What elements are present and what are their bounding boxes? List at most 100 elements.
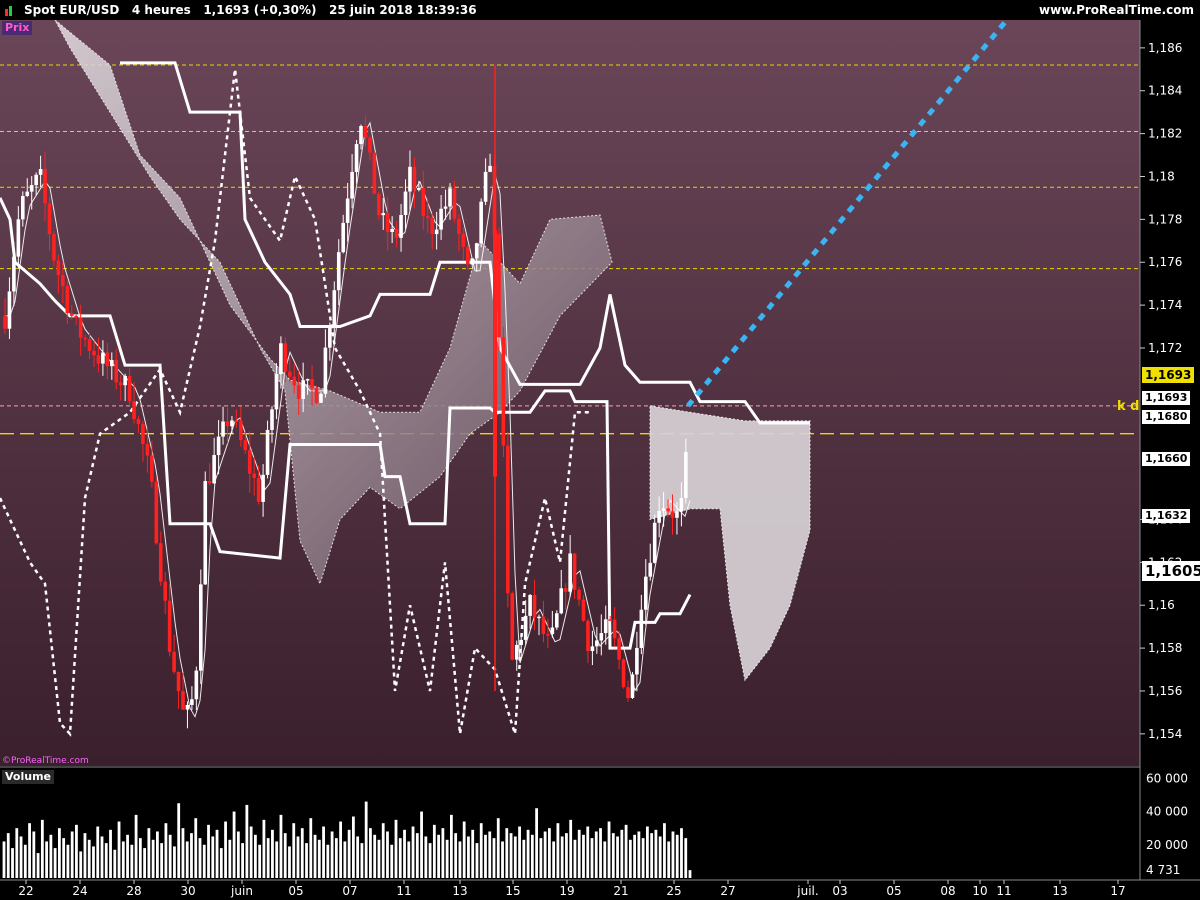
volume-bar bbox=[547, 828, 551, 878]
candle-down bbox=[3, 315, 7, 329]
volume-bar bbox=[449, 814, 453, 878]
volume-bar bbox=[49, 834, 53, 878]
candle-down bbox=[617, 638, 621, 660]
candle-up bbox=[684, 451, 688, 498]
volume-bar bbox=[560, 836, 564, 878]
spike-candle bbox=[493, 230, 497, 477]
volume-bar bbox=[492, 838, 496, 878]
price-tag-1605: 1,1605 bbox=[1142, 561, 1200, 581]
brand-link[interactable]: www.ProRealTime.com bbox=[1039, 3, 1194, 17]
volume-bar bbox=[45, 841, 49, 878]
candle-up bbox=[38, 169, 43, 175]
volume-bar bbox=[121, 841, 125, 878]
candle-down bbox=[581, 599, 586, 621]
volume-bar bbox=[569, 819, 573, 878]
candle-down bbox=[621, 659, 626, 688]
volume-bar bbox=[462, 821, 466, 878]
volume-bar bbox=[266, 838, 270, 878]
volume-bar bbox=[249, 826, 253, 878]
candle-up bbox=[635, 647, 639, 675]
x-tick-label: 08 bbox=[940, 884, 955, 898]
volume-bar bbox=[202, 844, 206, 878]
volume-bar bbox=[339, 821, 343, 878]
candle-down bbox=[96, 355, 101, 364]
candle-up bbox=[417, 187, 421, 190]
candle-up bbox=[648, 562, 653, 577]
candle-up bbox=[675, 511, 679, 518]
instrument-title: Spot EUR/USD 4 heures 1,1693 (+0,30%) 25… bbox=[24, 3, 477, 17]
candle-down bbox=[43, 169, 47, 204]
volume-tick-label: 20 000 bbox=[1146, 838, 1188, 852]
candle-up bbox=[230, 420, 234, 427]
volume-bar bbox=[198, 838, 202, 878]
x-tick-label: 27 bbox=[720, 884, 735, 898]
volume-bar bbox=[100, 836, 104, 878]
volume-bar bbox=[565, 833, 568, 878]
candle-up bbox=[403, 191, 408, 215]
candle-down bbox=[158, 543, 163, 582]
candle-down bbox=[141, 423, 145, 444]
volume-bar bbox=[471, 829, 475, 878]
volume-bar bbox=[381, 823, 385, 878]
candle-down bbox=[296, 385, 301, 399]
volume-bar bbox=[671, 831, 675, 878]
volume-bar bbox=[168, 834, 172, 878]
volume-bar bbox=[19, 836, 23, 878]
x-tick-label: 19 bbox=[559, 884, 574, 898]
candle-down bbox=[577, 589, 581, 600]
volume-bar bbox=[539, 838, 543, 878]
candle-down bbox=[541, 616, 546, 635]
volume-bar bbox=[334, 838, 338, 878]
candle-up bbox=[332, 290, 337, 327]
candle-up bbox=[7, 291, 12, 329]
volume-bar bbox=[40, 819, 44, 878]
volume-bar bbox=[501, 841, 504, 878]
candle-down bbox=[363, 126, 368, 138]
volume-bar bbox=[271, 829, 274, 878]
y-tick-label: 1,18 bbox=[1148, 169, 1175, 183]
candle-down bbox=[666, 508, 670, 512]
volume-bar bbox=[441, 828, 445, 878]
candle-up bbox=[354, 144, 359, 172]
title-bar: Spot EUR/USD 4 heures 1,1693 (+0,30%) 25… bbox=[0, 0, 1200, 20]
volume-bar bbox=[373, 834, 377, 878]
candle-down bbox=[234, 420, 239, 422]
price-tag-1693: 1,1693 bbox=[1142, 391, 1191, 405]
candle-up bbox=[519, 639, 523, 645]
x-tick-label: 28 bbox=[126, 884, 141, 898]
x-tick-label: 10 bbox=[972, 884, 987, 898]
volume-bar bbox=[607, 821, 611, 878]
volume-bar bbox=[160, 843, 164, 878]
candle-up bbox=[595, 640, 599, 647]
volume-bar bbox=[475, 843, 479, 878]
candle-up bbox=[679, 497, 684, 512]
x-tick-label: 11 bbox=[996, 884, 1011, 898]
candle-down bbox=[47, 203, 52, 235]
candle-down bbox=[176, 671, 181, 692]
x-tick-label: 07 bbox=[342, 884, 357, 898]
candle-down bbox=[114, 360, 119, 383]
price-chart[interactable]: 60 00040 00020 0004 731 1,1861,1841,1821… bbox=[0, 0, 1200, 900]
candle-up bbox=[390, 228, 394, 232]
volume-bar bbox=[262, 819, 266, 878]
volume-bar bbox=[590, 838, 594, 878]
candle-up bbox=[590, 646, 595, 652]
candle-up bbox=[479, 201, 483, 244]
candle-down bbox=[506, 445, 510, 594]
volume-bar bbox=[253, 834, 257, 878]
x-tick-label: juin bbox=[230, 884, 253, 898]
candle-up bbox=[599, 633, 604, 641]
candle-up bbox=[359, 126, 363, 145]
candle-up bbox=[443, 206, 448, 209]
volume-bar bbox=[117, 821, 121, 878]
candle-up bbox=[110, 360, 114, 367]
candle-down bbox=[368, 137, 372, 153]
volume-bar bbox=[130, 844, 134, 878]
volume-bar bbox=[275, 841, 279, 878]
x-tick-label: 05 bbox=[288, 884, 303, 898]
volume-bar bbox=[415, 833, 419, 878]
candle-down bbox=[626, 687, 630, 698]
volume-bar bbox=[688, 870, 692, 878]
volume-bar bbox=[454, 833, 458, 878]
volume-bar bbox=[62, 838, 66, 878]
